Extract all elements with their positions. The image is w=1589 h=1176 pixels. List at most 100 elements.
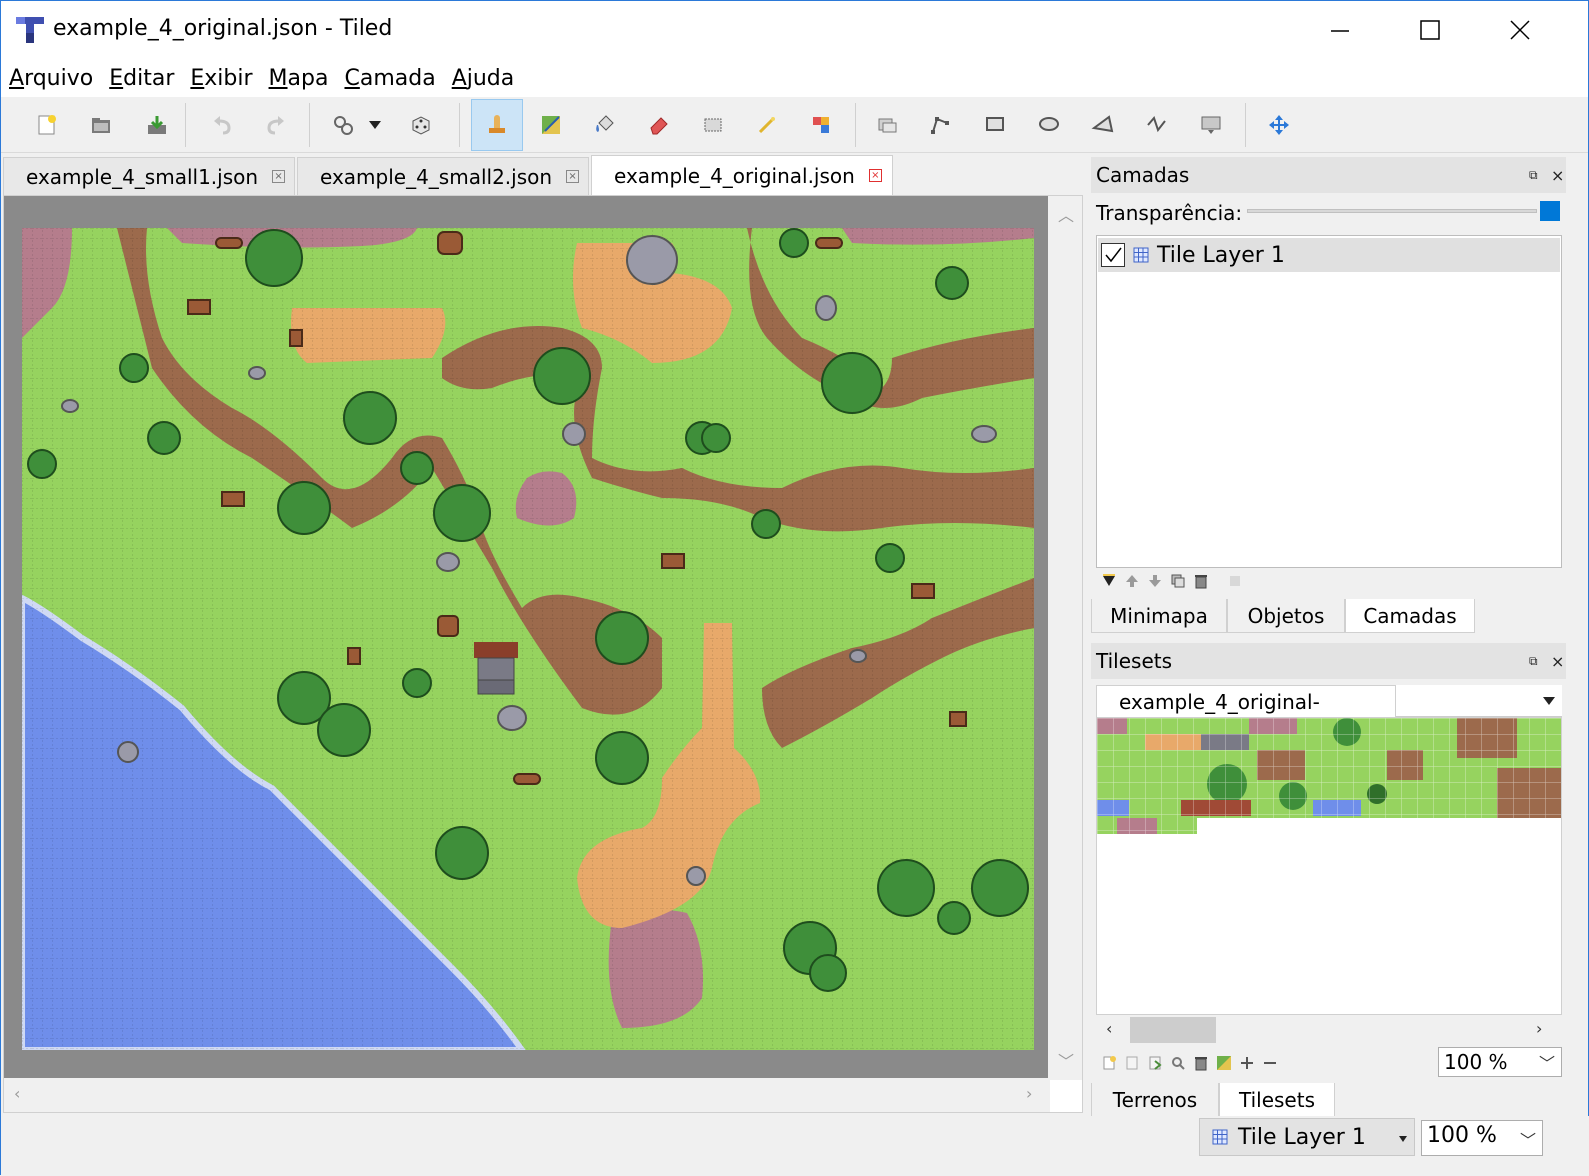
lower-layer-icon[interactable]: [1147, 573, 1163, 589]
tileset-image-icon[interactable]: [1216, 1055, 1232, 1071]
chevron-down-icon: ﹀: [1519, 1131, 1536, 1150]
add-tiles-icon[interactable]: [1239, 1055, 1255, 1071]
scroll-up-icon[interactable]: ︿: [1058, 202, 1074, 226]
save-file-button[interactable]: [137, 105, 177, 145]
menu-camada[interactable]: Camada: [344, 64, 435, 93]
edit-tileset-icon[interactable]: [1170, 1055, 1186, 1071]
select-objects-button[interactable]: [867, 105, 907, 145]
scroll-down-icon[interactable]: ﹀: [1058, 1048, 1074, 1072]
tileset-view[interactable]: [1096, 717, 1562, 1015]
raise-layer-icon[interactable]: [1124, 573, 1140, 589]
tab-objetos[interactable]: Objetos: [1227, 599, 1345, 633]
tile-map[interactable]: [22, 228, 1034, 1050]
minimize-button[interactable]: [1295, 1, 1385, 59]
close-panel-icon[interactable]: ×: [1551, 652, 1564, 671]
undo-button[interactable]: [203, 105, 243, 145]
delete-layer-icon[interactable]: [1193, 573, 1209, 589]
eraser-button[interactable]: [639, 105, 679, 145]
select-same-tile-button[interactable]: [801, 105, 841, 145]
tab-minimapa[interactable]: Minimapa: [1091, 599, 1227, 633]
map-canvas-area[interactable]: [4, 196, 1050, 1080]
export-tileset-icon[interactable]: [1147, 1055, 1163, 1071]
tab-terrenos[interactable]: Terrenos: [1091, 1083, 1219, 1117]
insert-rectangle-icon: [986, 117, 1004, 131]
dice-button[interactable]: [401, 105, 441, 145]
stamp-brush-button[interactable]: [471, 99, 523, 151]
new-tileset-icon[interactable]: [1101, 1055, 1117, 1071]
checkmark-icon: [1105, 247, 1122, 263]
rect-select-button[interactable]: [693, 105, 733, 145]
terrain-brush-button[interactable]: [531, 105, 571, 145]
doc-tab-small1[interactable]: example_4_small1.json ×: [3, 157, 295, 195]
menu-exibir[interactable]: Exibir: [190, 64, 252, 93]
redo-icon: [267, 116, 284, 135]
eraser-icon: [650, 117, 668, 135]
scroll-right-icon[interactable]: ›: [1536, 1019, 1542, 1038]
window-title: example_4_original.json - Tiled: [53, 16, 393, 41]
close-panel-icon[interactable]: ×: [1551, 166, 1564, 185]
tab-camadas[interactable]: Camadas: [1345, 599, 1475, 633]
layer-name: Tile Layer 1: [1157, 242, 1285, 268]
scroll-left-icon[interactable]: ‹: [14, 1084, 20, 1103]
scroll-right-icon[interactable]: ›: [1026, 1084, 1032, 1103]
opacity-slider-track[interactable]: [1247, 209, 1537, 213]
bucket-fill-button[interactable]: [585, 105, 625, 145]
tileset-horizontal-scrollbar[interactable]: ‹ ›: [1096, 1015, 1562, 1045]
layer-properties-icon[interactable]: [1227, 573, 1243, 589]
edit-polygons-button[interactable]: [921, 105, 961, 145]
embed-tileset-icon[interactable]: [1124, 1055, 1140, 1071]
menu-editar[interactable]: Editar: [109, 64, 174, 93]
terrain-brush-icon: [542, 116, 560, 134]
map-view[interactable]: ︿ ﹀ ‹ ›: [3, 195, 1083, 1113]
scroll-left-icon[interactable]: ‹: [1106, 1019, 1112, 1038]
map-vertical-scrollbar[interactable]: ︿ ﹀: [1048, 196, 1082, 1080]
layer-row[interactable]: Tile Layer 1: [1098, 238, 1560, 272]
add-layer-icon[interactable]: [1101, 573, 1117, 589]
close-window-button[interactable]: [1475, 1, 1565, 59]
insert-polygon-button[interactable]: [1083, 105, 1123, 145]
insert-polyline-button[interactable]: [1137, 105, 1177, 145]
dropdown-arrow-icon: [1399, 1136, 1407, 1142]
tileset-tab[interactable]: example_4_original-tilemap: [1096, 685, 1396, 738]
magic-wand-button[interactable]: [747, 105, 787, 145]
status-bar: Tile Layer 1 100 % ﹀: [1, 1116, 1589, 1176]
close-tab-icon[interactable]: ×: [566, 170, 580, 183]
float-panel-icon[interactable]: ⧉: [1529, 654, 1538, 669]
tileset-zoom-combo[interactable]: 100 % ﹀: [1438, 1047, 1562, 1077]
insert-rectangle-button[interactable]: [975, 105, 1015, 145]
map-horizontal-scrollbar[interactable]: ‹ ›: [4, 1078, 1050, 1112]
menu-ajuda[interactable]: Ajuda: [452, 64, 515, 93]
menu-arquivo[interactable]: Arquivo: [9, 64, 93, 93]
layers-panel-title: Camadas: [1091, 157, 1566, 193]
duplicate-layer-icon[interactable]: [1170, 573, 1186, 589]
redo-button[interactable]: [255, 105, 295, 145]
maximize-button[interactable]: [1385, 1, 1475, 59]
move-button[interactable]: [1259, 105, 1299, 145]
layer-visibility-checkbox[interactable]: [1101, 243, 1125, 267]
tileset-dropdown-icon[interactable]: [1542, 696, 1556, 706]
close-tab-icon[interactable]: ×: [868, 169, 882, 182]
tab-tilesets[interactable]: Tilesets: [1219, 1083, 1335, 1117]
tileset-image[interactable]: [1097, 718, 1562, 838]
document-tabs: example_4_small1.json × example_4_small2…: [3, 155, 1083, 195]
remove-tiles-icon[interactable]: [1262, 1055, 1278, 1071]
menu-mapa[interactable]: Mapa: [269, 64, 329, 93]
insert-ellipse-button[interactable]: [1029, 105, 1069, 145]
layer-list[interactable]: Tile Layer 1: [1096, 235, 1562, 568]
current-layer-combo[interactable]: Tile Layer 1: [1199, 1118, 1415, 1156]
doc-tab-original[interactable]: example_4_original.json ×: [591, 155, 893, 195]
random-dropdown-button[interactable]: [363, 105, 387, 145]
opacity-slider-handle[interactable]: [1540, 201, 1560, 221]
delete-tileset-icon[interactable]: [1193, 1055, 1209, 1071]
title-bar: example_4_original.json - Tiled: [1, 1, 1588, 59]
close-tab-icon[interactable]: ×: [272, 170, 286, 183]
scroll-thumb[interactable]: [1130, 1017, 1216, 1043]
random-mode-button[interactable]: [323, 105, 363, 145]
open-file-button[interactable]: [81, 105, 121, 145]
float-panel-icon[interactable]: ⧉: [1529, 168, 1538, 183]
insert-tile-button[interactable]: [1191, 105, 1231, 145]
map-zoom-combo[interactable]: 100 % ﹀: [1421, 1120, 1543, 1156]
new-file-button[interactable]: [27, 105, 67, 145]
tileset-tabs-bar: example_4_original-tilemap: [1096, 685, 1562, 738]
doc-tab-small2[interactable]: example_4_small2.json ×: [297, 157, 589, 195]
